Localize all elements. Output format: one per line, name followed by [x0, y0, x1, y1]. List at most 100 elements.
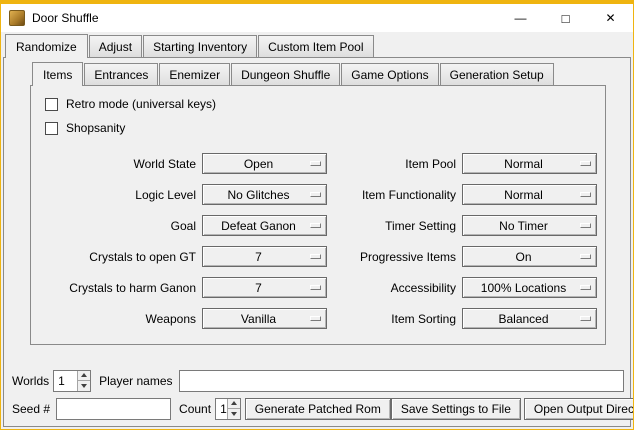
minimize-icon: — [515, 12, 527, 24]
accessibility-label: Accessibility [327, 281, 462, 295]
item-functionality-label: Item Functionality [327, 188, 462, 202]
tab-starting-inventory[interactable]: Starting Inventory [143, 35, 257, 57]
door-shuffle-window: Door Shuffle — □ ✕ Randomize Adjust Star… [0, 0, 634, 430]
shopsanity-checkbox[interactable] [45, 122, 58, 135]
dropdown-indicator-icon [580, 192, 591, 197]
titlebar[interactable]: Door Shuffle — □ ✕ [1, 4, 633, 32]
retro-mode-row: Retro mode (universal keys) [37, 92, 599, 116]
crystals-ganon-label: Crystals to harm Ganon [37, 281, 202, 295]
spin-up-icon[interactable] [78, 371, 90, 381]
seed-row: Seed # Count 1 Generate Patched Rom Save… [12, 397, 624, 420]
retro-mode-checkbox[interactable] [45, 98, 58, 111]
settings-notebook: Items Entrances Enemizer Dungeon Shuffle… [30, 62, 606, 345]
dropdown-indicator-icon [580, 254, 591, 259]
spin-down-icon[interactable] [78, 380, 90, 391]
crystals-gt-value: 7 [255, 250, 262, 264]
worlds-value: 1 [54, 371, 77, 391]
dropdown-indicator-icon [310, 161, 321, 166]
dropdown-indicator-icon [580, 285, 591, 290]
setting-row: World State Open Item Pool Normal [37, 148, 599, 179]
player-names-input[interactable] [179, 370, 625, 392]
window-title: Door Shuffle [32, 11, 498, 25]
item-pool-dropdown[interactable]: Normal [462, 153, 597, 174]
tab-adjust[interactable]: Adjust [89, 35, 142, 57]
generate-rom-button[interactable]: Generate Patched Rom [245, 398, 391, 420]
progressive-items-label: Progressive Items [327, 250, 462, 264]
goal-label: Goal [37, 219, 202, 233]
goal-value: Defeat Ganon [221, 219, 296, 233]
dropdown-indicator-icon [580, 316, 591, 321]
retro-mode-label: Retro mode (universal keys) [66, 97, 216, 111]
goal-dropdown[interactable]: Defeat Ganon [202, 215, 327, 236]
spin-down-icon[interactable] [228, 408, 240, 419]
dropdown-indicator-icon [310, 254, 321, 259]
spacer [4, 345, 630, 369]
world-state-dropdown[interactable]: Open [202, 153, 327, 174]
setting-row: Crystals to open GT 7 Progressive Items … [37, 241, 599, 272]
setting-row: Logic Level No Glitches Item Functionali… [37, 179, 599, 210]
maximize-button[interactable]: □ [543, 4, 588, 32]
crystals-gt-dropdown[interactable]: 7 [202, 246, 327, 267]
world-state-label: World State [37, 157, 202, 171]
tab-randomize[interactable]: Randomize [5, 34, 88, 58]
tab-custom-item-pool[interactable]: Custom Item Pool [258, 35, 373, 57]
accessibility-dropdown[interactable]: 100% Locations [462, 277, 597, 298]
dropdown-indicator-icon [310, 316, 321, 321]
open-output-button[interactable]: Open Output Directory [524, 398, 634, 420]
dropdown-indicator-icon [310, 285, 321, 290]
seed-input[interactable] [56, 398, 171, 420]
app-icon [9, 10, 25, 26]
dropdown-indicator-icon [580, 161, 591, 166]
weapons-label: Weapons [37, 312, 202, 326]
logic-level-label: Logic Level [37, 188, 202, 202]
tab-enemizer[interactable]: Enemizer [159, 63, 230, 85]
item-sorting-value: Balanced [498, 312, 548, 326]
weapons-value: Vanilla [241, 312, 276, 326]
seed-label: Seed # [12, 402, 50, 416]
dropdown-indicator-icon [310, 223, 321, 228]
worlds-spin-arrows [77, 371, 90, 391]
world-state-value: Open [244, 157, 273, 171]
item-pool-label: Item Pool [327, 157, 462, 171]
item-sorting-label: Item Sorting [327, 312, 462, 326]
tab-generation-setup[interactable]: Generation Setup [440, 63, 554, 85]
close-button[interactable]: ✕ [588, 4, 633, 32]
setting-row: Crystals to harm Ganon 7 Accessibility 1… [37, 272, 599, 303]
crystals-ganon-dropdown[interactable]: 7 [202, 277, 327, 298]
progressive-items-value: On [515, 250, 531, 264]
maximize-icon: □ [562, 12, 570, 25]
player-names-label: Player names [99, 374, 172, 388]
items-tab-panel: Retro mode (universal keys) Shopsanity W… [30, 85, 606, 345]
item-sorting-dropdown[interactable]: Balanced [462, 308, 597, 329]
tab-dungeon-shuffle[interactable]: Dungeon Shuffle [231, 63, 340, 85]
item-pool-value: Normal [504, 157, 543, 171]
worlds-label: Worlds [12, 374, 49, 388]
crystals-ganon-value: 7 [255, 281, 262, 295]
item-functionality-dropdown[interactable]: Normal [462, 184, 597, 205]
count-label: Count [179, 402, 211, 416]
count-spin-arrows [227, 399, 240, 419]
progressive-items-dropdown[interactable]: On [462, 246, 597, 267]
timer-setting-label: Timer Setting [327, 219, 462, 233]
tab-items[interactable]: Items [32, 62, 83, 86]
setting-row: Goal Defeat Ganon Timer Setting No Timer [37, 210, 599, 241]
sub-tab-bar: Items Entrances Enemizer Dungeon Shuffle… [30, 62, 606, 85]
bottom-controls: Worlds 1 Player names Seed # Count [12, 369, 624, 420]
dropdown-indicator-icon [310, 192, 321, 197]
close-icon: ✕ [605, 12, 615, 24]
logic-level-dropdown[interactable]: No Glitches [202, 184, 327, 205]
spin-up-icon[interactable] [228, 399, 240, 409]
accessibility-value: 100% Locations [481, 281, 566, 295]
weapons-dropdown[interactable]: Vanilla [202, 308, 327, 329]
logic-level-value: No Glitches [227, 188, 289, 202]
shopsanity-label: Shopsanity [66, 121, 125, 135]
save-settings-button[interactable]: Save Settings to File [391, 398, 521, 420]
worlds-stepper[interactable]: 1 [53, 370, 91, 392]
tab-entrances[interactable]: Entrances [84, 63, 158, 85]
settings-grid: World State Open Item Pool Normal [37, 148, 599, 334]
timer-setting-dropdown[interactable]: No Timer [462, 215, 597, 236]
tab-game-options[interactable]: Game Options [341, 63, 438, 85]
shopsanity-row: Shopsanity [37, 116, 599, 140]
count-stepper[interactable]: 1 [215, 398, 241, 420]
minimize-button[interactable]: — [498, 4, 543, 32]
